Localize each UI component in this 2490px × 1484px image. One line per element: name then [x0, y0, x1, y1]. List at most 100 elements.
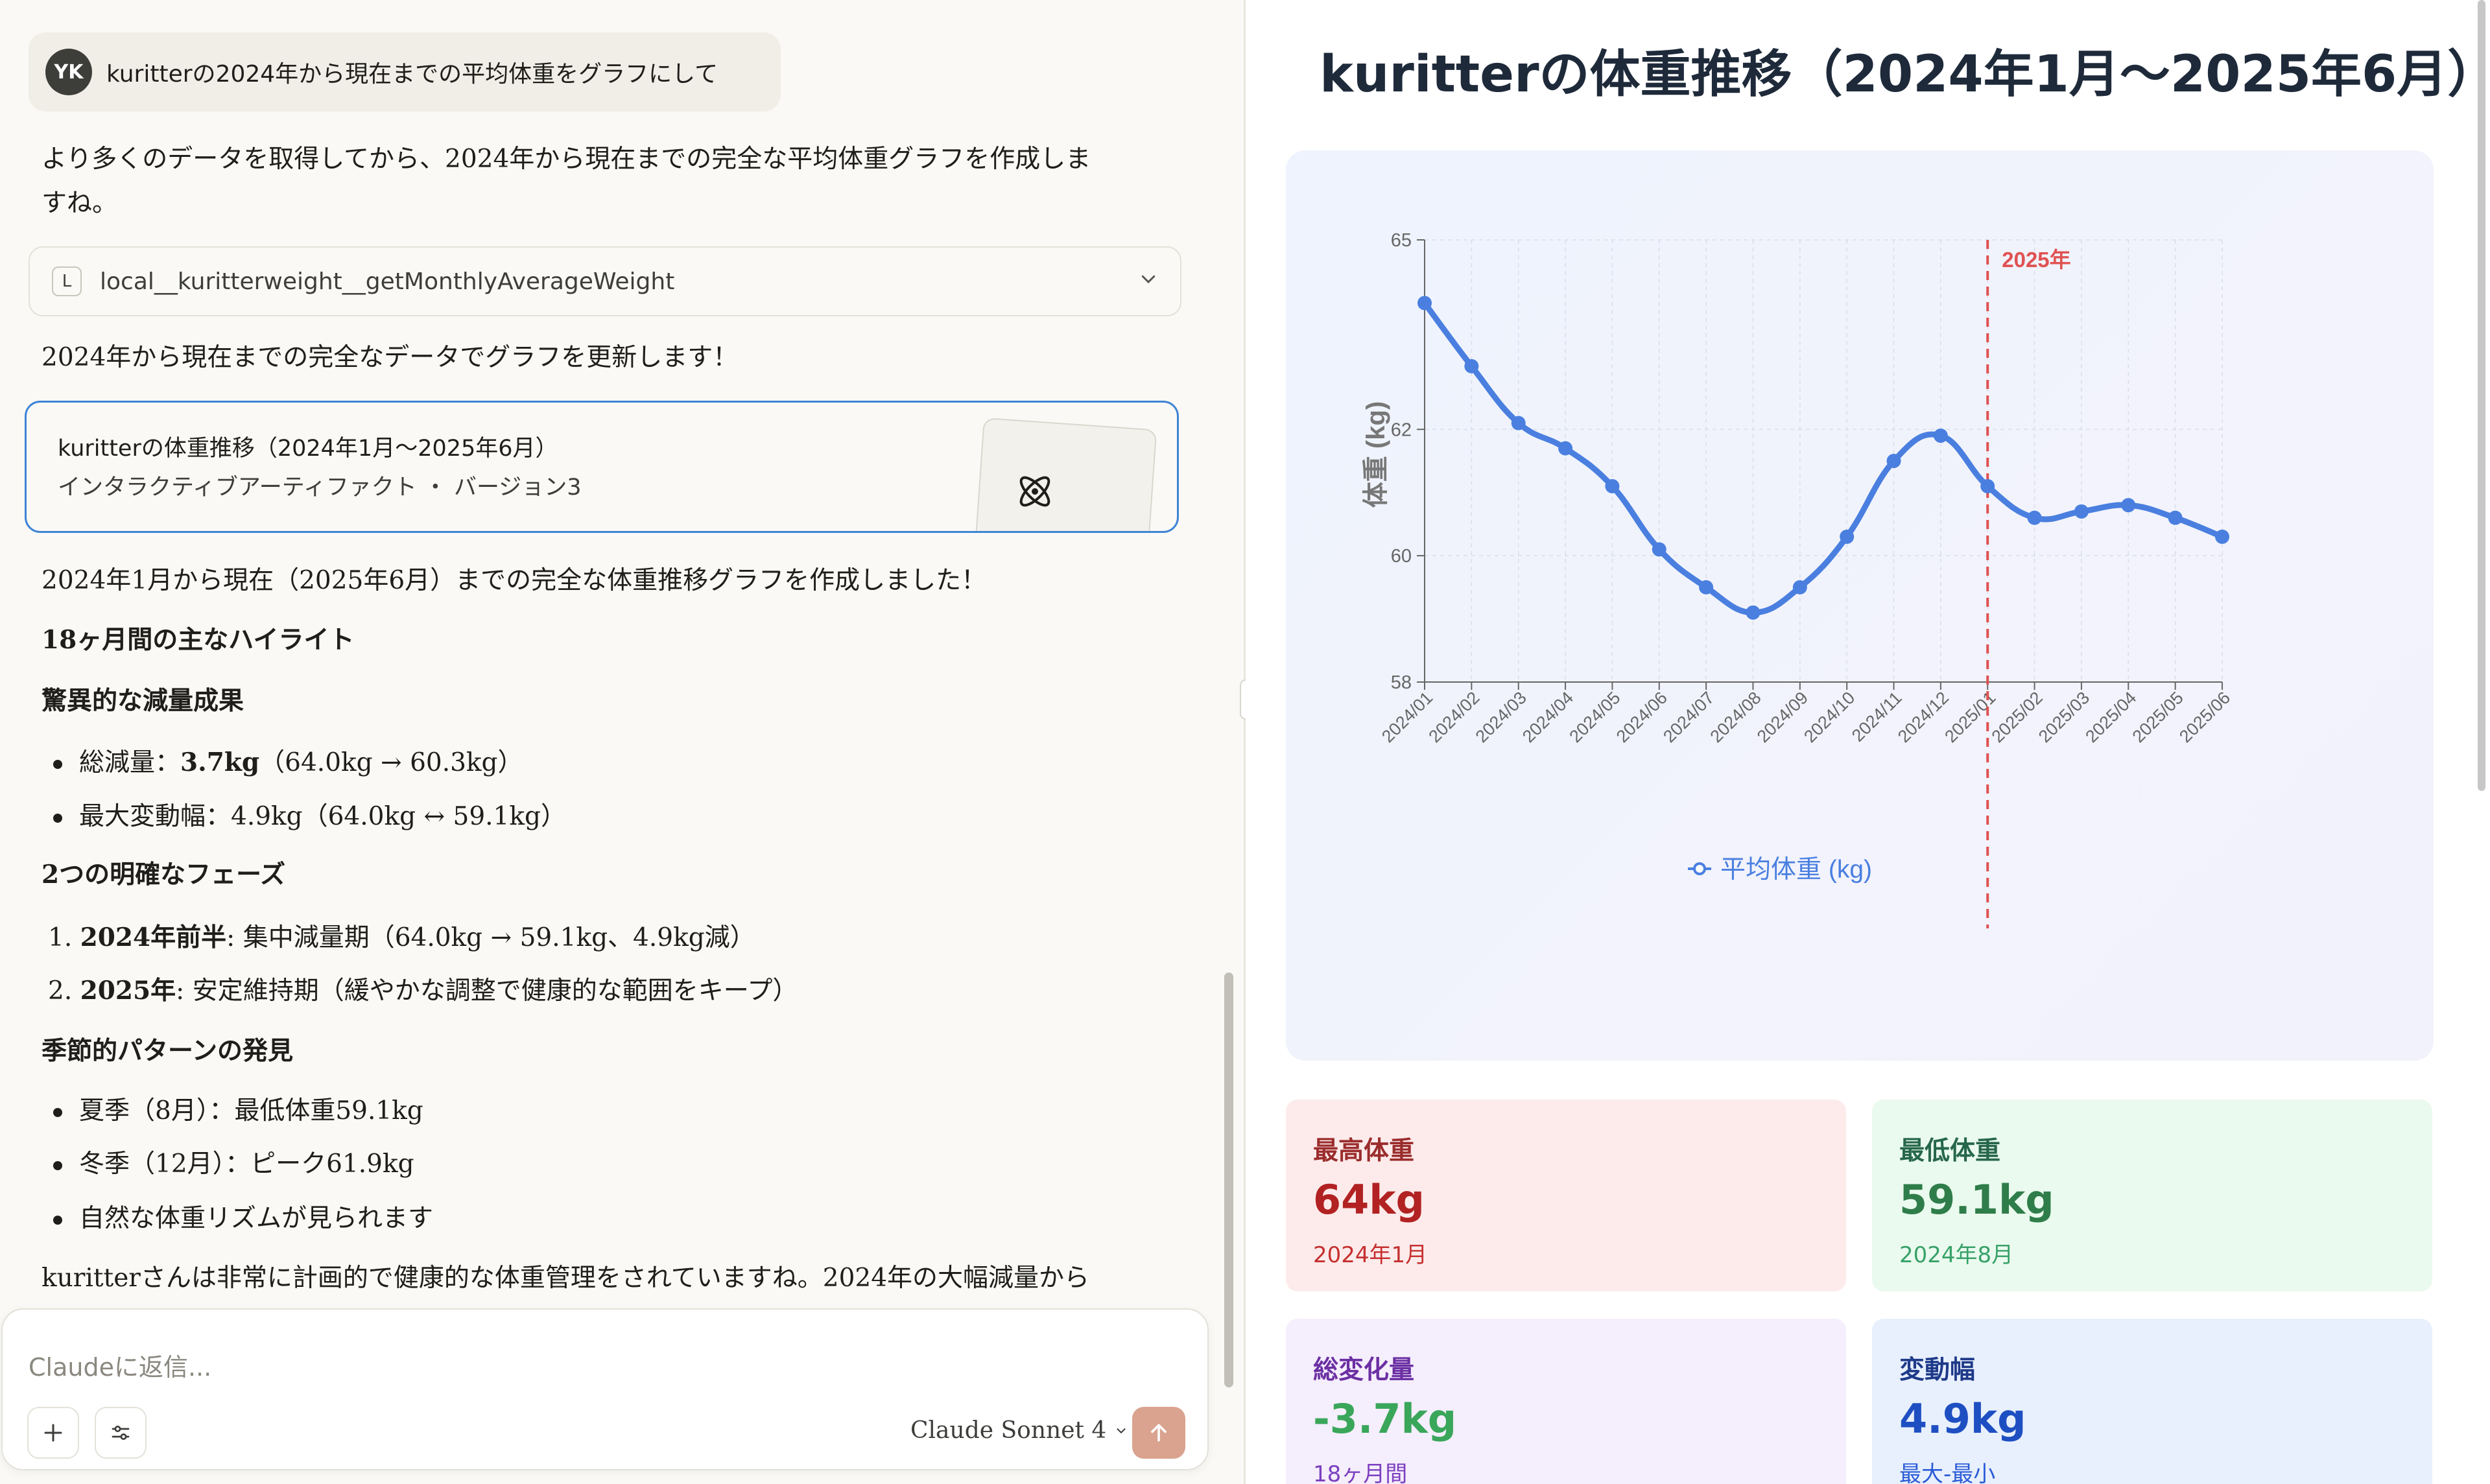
composer: Claudeに返信... Claude Sonnet 4 [1, 1308, 1209, 1470]
artifact-card-subtitle: インタラクティブアーティファクト ・ バージョン3 [58, 475, 582, 501]
x-tick-label: 2024/09 [1753, 688, 1812, 746]
stat-label: 最高体重 [1313, 1137, 1415, 1166]
chat-scrollbar[interactable] [1224, 972, 1233, 1387]
x-tick-label: 2025/03 [2035, 688, 2093, 746]
list-item: 自然な体重リズムが見られます [53, 1197, 433, 1241]
weight-line-chart: 586062652024/012024/022024/032024/042024… [1362, 230, 2234, 928]
list-item: 冬季（12月）：ピーク61.9kg [53, 1142, 414, 1186]
heading-weight-loss: 驚異的な減量成果 [42, 686, 244, 716]
stat-label: 変動幅 [1899, 1356, 1976, 1385]
model-selector[interactable]: Claude Sonnet 4 [910, 1417, 1128, 1444]
x-tick-label: 2024/03 [1472, 688, 1530, 746]
data-point [1746, 605, 1761, 620]
chevron-down-icon[interactable] [1139, 269, 1158, 294]
artifact-panel: kuritterの体重推移（2024年1月〜2025年6月） 58 60 62 65 2… [1246, 0, 2490, 1484]
reply-intro-line1: より多くのデータを取得してから、2024年から現在までの完全な平均体重グラフを作… [42, 145, 1091, 174]
y-tick-label: 62 [1391, 419, 1412, 440]
stat-card-range: 変動幅 4.9kg 最大-最小 [1872, 1319, 2432, 1484]
artifact-scrollbar[interactable] [2478, 0, 2485, 791]
chevron-down-icon [1114, 1417, 1128, 1444]
stat-value: 59.1kg [1899, 1176, 2054, 1223]
chart-card: 58 60 62 65 2024/01 2024/02 2024/03 2024/04 2024… [1286, 150, 2434, 1061]
data-point [2074, 504, 2089, 519]
stat-card-max: 最高体重 64kg 2024年1月 [1286, 1100, 1846, 1291]
x-tick-label: 2024/12 [1894, 688, 1952, 746]
data-point [1699, 580, 1714, 595]
y-tick-label: 58 [1391, 672, 1412, 693]
user-avatar: YK [45, 49, 92, 95]
heading-phases: 2つの明確なフェーズ [42, 860, 286, 889]
x-tick-label: 2025/06 [2176, 688, 2234, 746]
data-point [2121, 498, 2136, 513]
data-point [2215, 529, 2229, 544]
arrow-up-icon [1151, 1424, 1167, 1442]
stat-sub: 2024年8月 [1899, 1242, 2014, 1268]
stat-label: 最低体重 [1899, 1137, 2001, 1166]
x-tick-label: 2024/10 [1800, 688, 1858, 746]
stat-value: -3.7kg [1313, 1395, 1457, 1443]
data-point [1886, 454, 1901, 468]
plus-icon[interactable] [27, 1407, 79, 1459]
user-message: YK kuritterの2024年から現在までの平均体重をグラフにして [29, 32, 781, 112]
x-tick-label: 2024/04 [1519, 688, 1577, 746]
list-item: 夏季（8月）：最低体重59.1kg [53, 1089, 423, 1133]
heading-season: 季節的パターンの発見 [42, 1036, 294, 1066]
list-item: 2. 2025年: 安定維持期（緩やかな調整で健康的な範囲をキープ） [48, 976, 798, 1006]
legend-label: 平均体重 (kg) [1720, 856, 1872, 884]
x-tick-label: 2025/02 [1988, 688, 2046, 746]
data-point [1792, 580, 1807, 595]
bullet-icon [53, 814, 62, 823]
data-point [1980, 478, 1995, 493]
list-item: 最大変動幅：4.9kg（64.0kg ↔ 59.1kg） [53, 795, 566, 839]
stat-sub: 18ヶ月間 [1313, 1461, 1408, 1484]
x-tick-label: 2024/02 [1425, 688, 1483, 746]
x-tick-label: 2025/04 [2081, 688, 2140, 746]
legend-marker [1693, 862, 1706, 875]
y-tick-label: 60 [1391, 546, 1412, 567]
x-tick-label: 2024/06 [1613, 688, 1671, 746]
stat-label: 総変化量 [1313, 1356, 1415, 1385]
artifact-card-title: kuritterの体重推移（2024年1月〜2025年6月） [58, 436, 558, 462]
list-item: 総減量：3.7kg（64.0kg → 60.3kg） [53, 740, 523, 785]
x-tick-label: 2024/08 [1706, 688, 1764, 746]
atom-icon [1012, 468, 1058, 517]
user-message-text: kuritterの2024年から現在までの平均体重をグラフにして [106, 61, 718, 88]
bullet-icon [53, 1161, 62, 1170]
data-point [1652, 542, 1666, 557]
summary-text: 2024年1月から現在（2025年6月）までの完全な体重推移グラフを作成しました… [42, 566, 987, 595]
stat-sub: 2024年1月 [1313, 1242, 1428, 1268]
sliders-icon[interactable] [95, 1407, 147, 1459]
annotation-label: 2025年 [2002, 248, 2070, 272]
data-point [1558, 441, 1573, 456]
data-point [1605, 478, 1620, 493]
data-point [1840, 529, 1855, 544]
x-tick-label: 2024/11 [1848, 688, 1906, 746]
stat-value: 64kg [1313, 1176, 1425, 1223]
stat-sub: 最大-最小 [1899, 1461, 1996, 1484]
stat-card-min: 最低体重 59.1kg 2024年8月 [1872, 1100, 2432, 1291]
data-point [1464, 359, 1479, 373]
data-point [1511, 416, 1526, 430]
tool-badge: L [52, 266, 82, 296]
list-item: 1. 2024年前半: 集中減量期（64.0kg → 59.1kg、4.9kg減… [48, 923, 755, 952]
artifact-thumbnail [973, 417, 1157, 531]
x-tick-label: 2025/05 [2129, 688, 2187, 746]
y-axis-label: 体重 (kg) [1362, 401, 1390, 508]
update-note: 2024年から現在までの完全なデータでグラフを更新します！ [42, 343, 739, 372]
x-tick-label: 2024/05 [1565, 688, 1624, 746]
closing-text: kuritterさんは非常に計画的で健康的な体重管理をされていますね。2024年… [42, 1264, 1090, 1293]
stat-value: 4.9kg [1899, 1395, 2026, 1443]
data-point [1933, 429, 1948, 443]
tool-call-name: local__kuritterweight__getMonthlyAverage… [100, 268, 675, 295]
stat-card-total-change: 総変化量 -3.7kg 18ヶ月間 [1286, 1319, 1846, 1484]
series-line [1421, 300, 2225, 616]
heading-highlights: 18ヶ月間の主なハイライト [42, 625, 355, 655]
model-name: Claude Sonnet 4 [910, 1417, 1107, 1444]
bullet-icon [53, 1216, 62, 1225]
x-tick-label: 2025/01 [1941, 688, 1999, 746]
reply-input[interactable]: Claudeに返信... [29, 1347, 211, 1383]
send-button[interactable] [1132, 1407, 1185, 1459]
bullet-icon [53, 1108, 62, 1117]
tool-call-block[interactable]: L local__kuritterweight__getMonthlyAvera… [29, 246, 1181, 316]
artifact-card[interactable]: kuritterの体重推移（2024年1月〜2025年6月） インタラクティブア… [25, 401, 1179, 533]
